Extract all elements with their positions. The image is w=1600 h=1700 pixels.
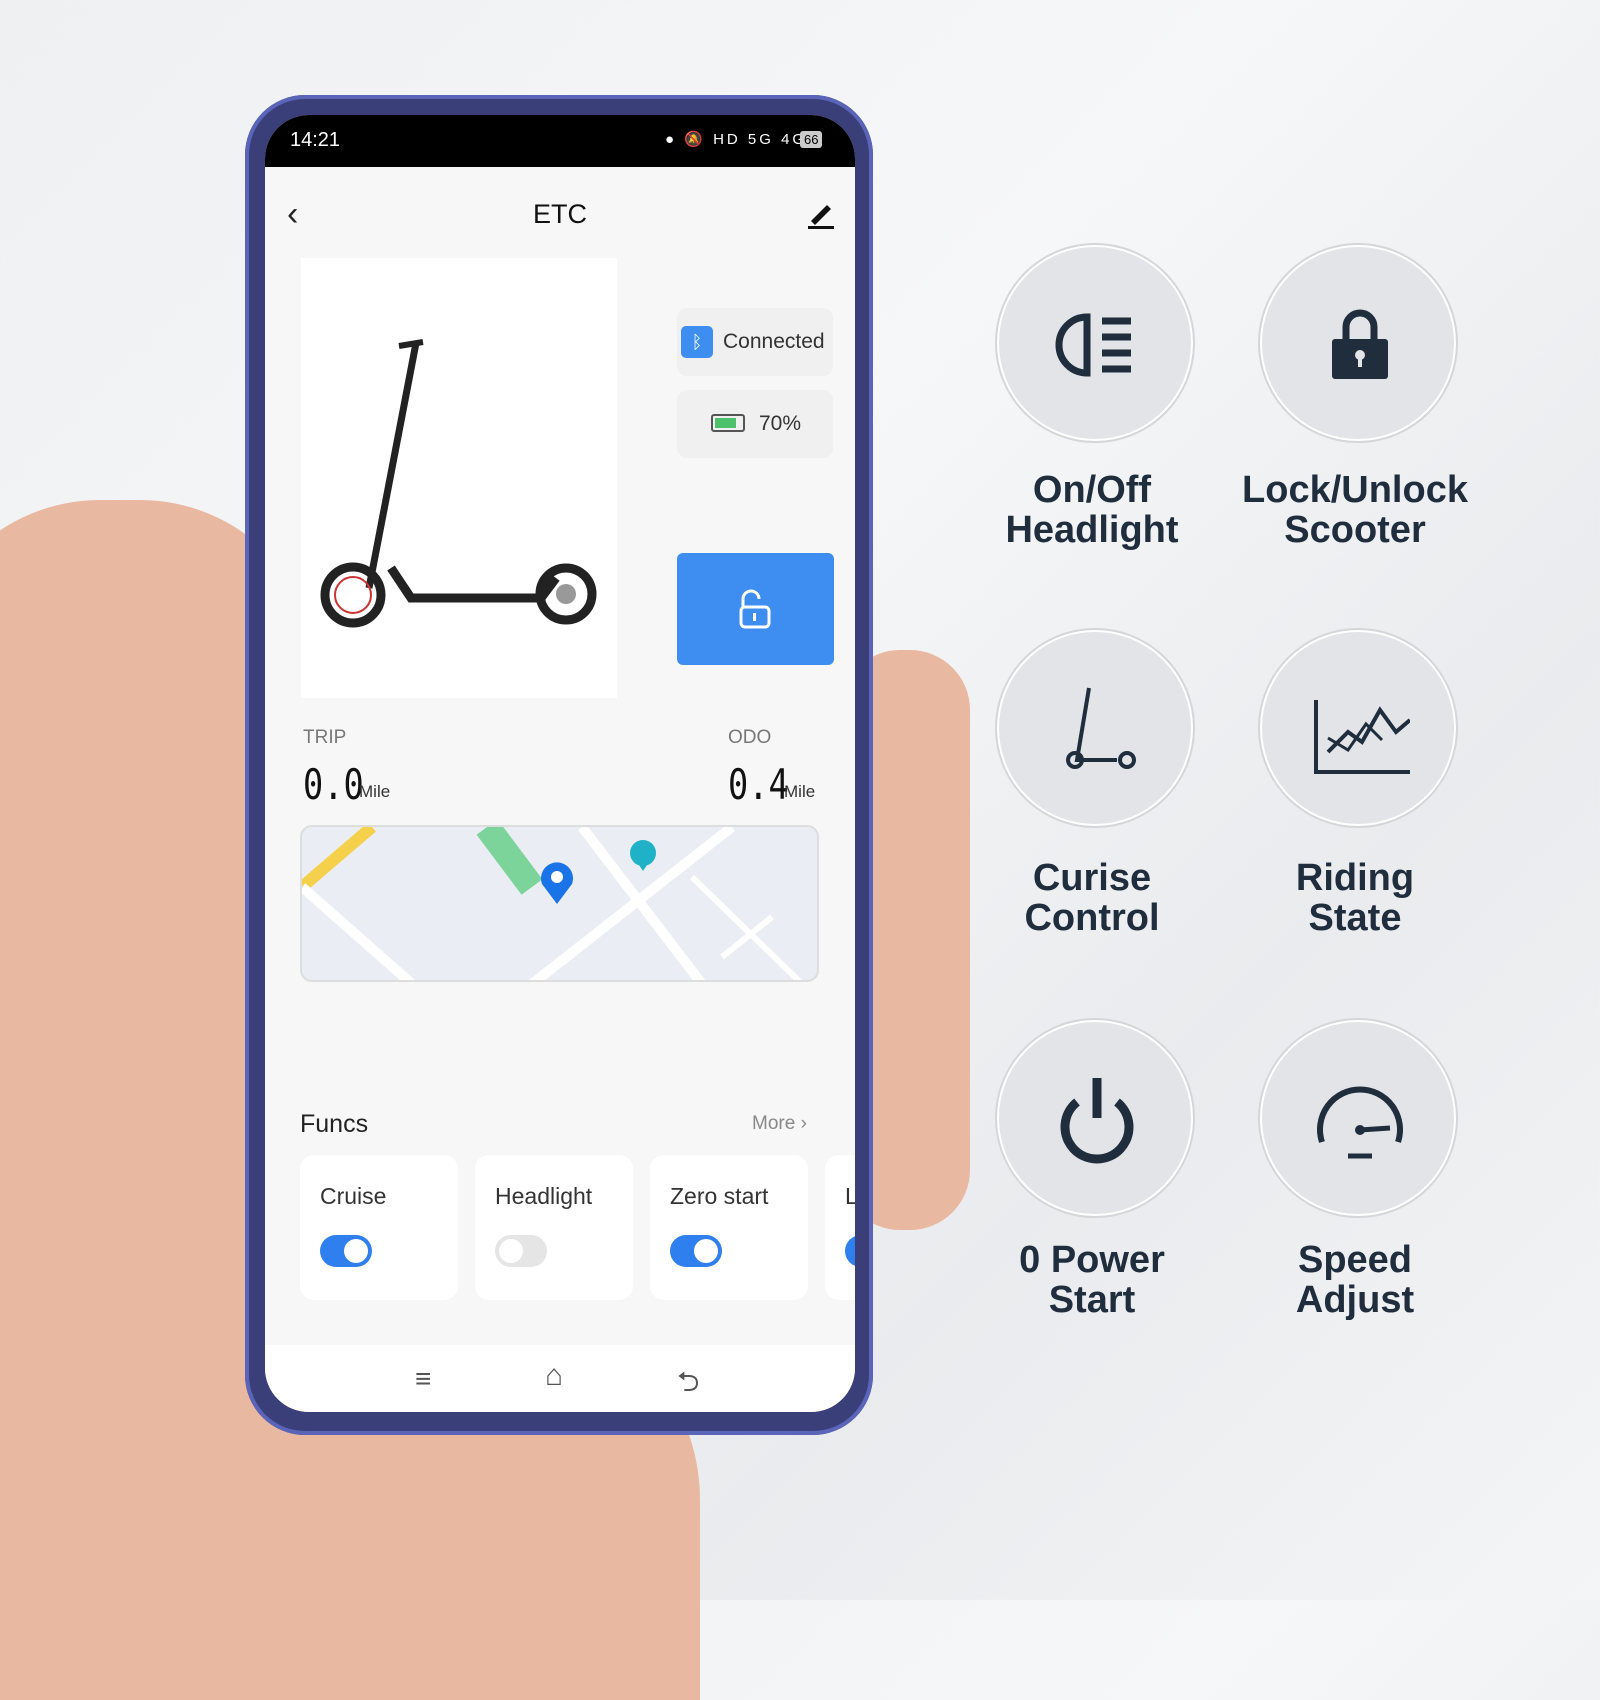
- scooter-icon: [1066, 687, 1136, 769]
- headlight-feature: [997, 245, 1193, 441]
- back-nav-icon[interactable]: ⮌: [677, 1361, 699, 1409]
- trip-value: 0.0: [303, 760, 364, 809]
- status-icons: ● 🔕 HD 5G 4G: [665, 131, 808, 148]
- speed-feature: [1260, 1020, 1456, 1216]
- menu-icon[interactable]: ≡: [415, 1363, 431, 1395]
- unlock-button[interactable]: [677, 553, 834, 665]
- lock-feature: [1260, 245, 1456, 441]
- odo-unit: Mile: [784, 782, 816, 801]
- odo-label: ODO: [728, 727, 772, 748]
- lock-icon: [1332, 309, 1388, 379]
- unlock-icon: [739, 589, 771, 629]
- power-feature: [997, 1020, 1193, 1216]
- func-card-zero-start[interactable]: Zero start: [650, 1155, 808, 1300]
- more-link[interactable]: More ›: [752, 1113, 807, 1135]
- feature-label: Curise Control: [1024, 857, 1160, 939]
- func-label: Headlight: [495, 1183, 593, 1209]
- riding-state-feature: [1260, 630, 1456, 826]
- headlight-toggle[interactable]: [495, 1235, 547, 1267]
- map[interactable]: [300, 825, 819, 982]
- more-label: More: [752, 1113, 796, 1134]
- battery-icon: [711, 414, 745, 432]
- power-icon: [1060, 1078, 1134, 1164]
- chart-icon: [1314, 700, 1410, 774]
- zero-start-toggle[interactable]: [670, 1235, 722, 1267]
- phone-screen: 14:21 ● 🔕 HD 5G 4G 66 ‹ ETC ᛒ Connected …: [265, 115, 855, 1412]
- battery-label: 70%: [759, 412, 802, 435]
- scooter-illustration: [320, 339, 597, 628]
- feature-label: Speed Adjust: [1295, 1239, 1415, 1321]
- feature-label: Riding State: [1295, 857, 1415, 939]
- cruise-toggle[interactable]: [320, 1235, 372, 1267]
- home-icon[interactable]: ⌂: [545, 1359, 563, 1393]
- func-label: Cruise: [320, 1183, 387, 1209]
- trip-label: TRIP: [303, 727, 347, 748]
- partial-toggle[interactable]: [845, 1235, 855, 1267]
- feature-label: Lock/Unlock Scooter: [1242, 469, 1468, 551]
- scooter-image: [301, 258, 617, 698]
- page-title: ETC: [533, 199, 587, 229]
- connection-status: ᛒ Connected: [677, 308, 833, 376]
- feature-label: 0 Power Start: [1019, 1239, 1165, 1321]
- funcs-title: Funcs: [300, 1110, 369, 1138]
- battery-status: 70%: [677, 390, 833, 458]
- status-time: 14:21: [290, 129, 341, 151]
- func-label: L: [845, 1183, 855, 1209]
- bluetooth-icon: ᛒ: [681, 326, 713, 358]
- building-poi-icon: [630, 840, 656, 871]
- connection-label: Connected: [723, 330, 825, 353]
- edit-icon[interactable]: [805, 197, 837, 229]
- trip-unit: Mile: [359, 782, 391, 801]
- func-label: Zero start: [670, 1183, 769, 1209]
- func-card-headlight[interactable]: Headlight: [475, 1155, 633, 1300]
- speedometer-icon: [1317, 1086, 1403, 1159]
- status-bar: 14:21 ● 🔕 HD 5G 4G 66: [265, 115, 855, 167]
- func-card-partial[interactable]: L: [825, 1155, 855, 1300]
- odo-value: 0.4: [728, 760, 789, 809]
- nav-bar: ≡ ⌂ ⮌: [265, 1345, 855, 1412]
- location-pin-icon: [541, 862, 573, 904]
- func-card-cruise[interactable]: Cruise: [300, 1155, 458, 1300]
- cruise-feature: [997, 630, 1193, 826]
- status-battery: 66: [800, 131, 823, 148]
- feature-label: On/Off Headlight: [1005, 469, 1179, 551]
- headlight-icon: [1055, 313, 1131, 377]
